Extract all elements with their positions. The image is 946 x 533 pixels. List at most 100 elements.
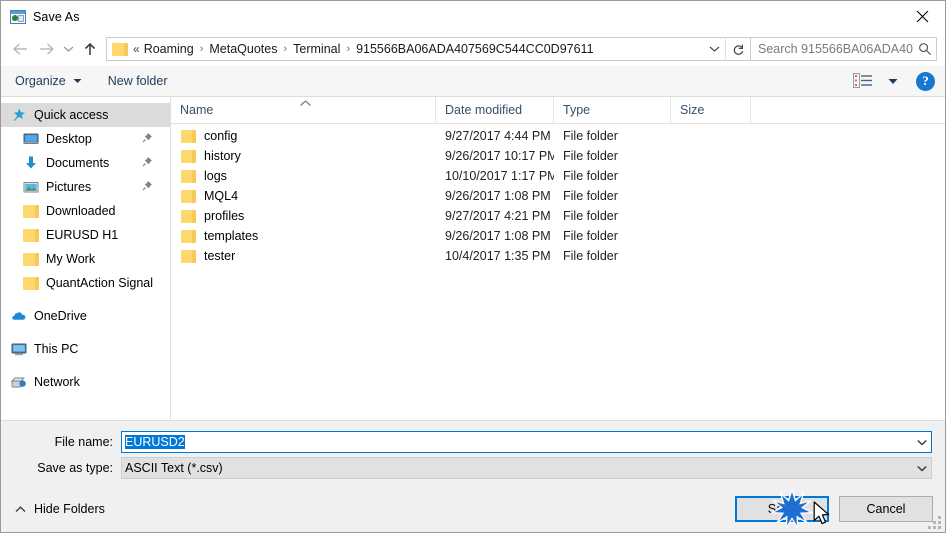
file-name-label: templates	[204, 229, 259, 243]
sidebar-item-label: My Work	[46, 252, 96, 266]
save-button[interactable]: Save	[735, 496, 829, 522]
close-icon[interactable]	[899, 1, 945, 32]
file-name-label: profiles	[204, 209, 245, 223]
star-pin-icon	[11, 107, 27, 123]
filename-input[interactable]: EURUSD2	[121, 431, 932, 453]
sidebar-item-desktop[interactable]: Desktop	[1, 127, 170, 151]
file-type-cell: File folder	[563, 149, 618, 163]
onedrive-icon	[11, 308, 27, 324]
folder-icon	[181, 229, 196, 243]
filename-row: File name: EURUSD2	[1, 431, 945, 453]
column-header-size[interactable]: Size	[671, 97, 751, 123]
pin-icon[interactable]	[142, 156, 153, 170]
filename-chevron-down-icon[interactable]	[913, 439, 931, 446]
save-as-app-icon	[10, 9, 26, 25]
search-input[interactable]: Search 915566BA06ADA40756...	[751, 42, 914, 56]
organize-button[interactable]: Organize	[15, 74, 82, 88]
breadcrumb: « Roaming › MetaQuotes › Terminal › 9155…	[133, 42, 703, 56]
sidebar-item-label: OneDrive	[34, 309, 87, 323]
breadcrumb-overflow[interactable]: «	[133, 42, 143, 56]
resize-grip-icon[interactable]	[928, 516, 941, 529]
file-date-cell: 9/26/2017 1:08 PM	[445, 189, 551, 203]
folder-icon	[23, 277, 39, 290]
table-row[interactable]: tester 10/4/2017 1:35 PM File folder	[171, 246, 945, 266]
pin-icon[interactable]	[142, 180, 153, 194]
filetype-select[interactable]: ASCII Text (*.csv)	[121, 457, 932, 479]
sidebar-divider	[1, 328, 170, 337]
sidebar-item-quick-access[interactable]: Quick access	[1, 103, 170, 127]
file-name-cell: logs	[171, 169, 436, 183]
sidebar-item-quantaction-signal[interactable]: QuantAction Signal	[1, 271, 170, 295]
cancel-button[interactable]: Cancel	[839, 496, 933, 522]
folder-icon	[181, 249, 196, 263]
hide-folders-button[interactable]: Hide Folders	[15, 502, 105, 516]
sidebar-item-network[interactable]: Network	[1, 370, 170, 394]
up-arrow-icon[interactable]	[77, 36, 103, 62]
recent-locations-chevron-down-icon[interactable]	[59, 36, 77, 62]
breadcrumb-item-terminal-id[interactable]: 915566BA06ADA407569C544CC0D97611	[355, 42, 594, 56]
column-header-name[interactable]: Name	[171, 97, 436, 123]
title-bar: Save As	[1, 1, 945, 32]
documents-icon	[23, 155, 39, 171]
table-row[interactable]: MQL4 9/26/2017 1:08 PM File folder	[171, 186, 945, 206]
file-list-pane: Name Date modified Type Size config 9/27…	[171, 97, 945, 420]
filename-label: File name:	[54, 435, 113, 449]
desktop-icon	[23, 131, 39, 147]
file-name-label: history	[204, 149, 241, 163]
help-icon[interactable]: ?	[916, 71, 935, 91]
sidebar-item-onedrive[interactable]: OneDrive	[1, 304, 170, 328]
forward-arrow-icon[interactable]	[33, 36, 59, 62]
back-arrow-icon[interactable]	[7, 36, 33, 62]
table-row[interactable]: logs 10/10/2017 1:17 PM File folder	[171, 166, 945, 186]
filetype-chevron-down-icon[interactable]	[913, 465, 931, 472]
dialog-footer: Hide Folders Save Cancel	[1, 486, 945, 532]
pictures-icon	[23, 179, 39, 195]
sidebar-item-downloaded[interactable]: Downloaded	[1, 199, 170, 223]
file-name-label: config	[204, 129, 238, 143]
table-row[interactable]: config 9/27/2017 4:44 PM File folder	[171, 126, 945, 146]
sidebar-item-label: EURUSD H1	[46, 228, 119, 242]
column-header-row: Name Date modified Type Size	[171, 97, 945, 124]
folder-icon	[23, 253, 39, 266]
search-box[interactable]: Search 915566BA06ADA40756...	[751, 37, 937, 61]
file-type-cell: File folder	[563, 189, 618, 203]
address-bar[interactable]: « Roaming › MetaQuotes › Terminal › 9155…	[106, 37, 751, 61]
help-label: ?	[922, 73, 929, 88]
pin-icon[interactable]	[142, 132, 153, 146]
view-layout-icon[interactable]	[853, 73, 873, 89]
sidebar-divider	[1, 361, 170, 370]
column-header-type[interactable]: Type	[554, 97, 671, 123]
sidebar-item-pictures[interactable]: Pictures	[1, 175, 170, 199]
file-date-cell: 9/26/2017 10:17 PM	[445, 149, 554, 163]
breadcrumb-item-terminal[interactable]: Terminal	[292, 42, 341, 56]
column-header-label: Name	[180, 103, 214, 117]
column-header-date-modified[interactable]: Date modified	[436, 97, 554, 123]
sidebar-divider	[1, 295, 170, 304]
folder-icon	[112, 42, 128, 56]
view-caret-down-icon[interactable]	[888, 78, 898, 85]
sidebar-item-documents[interactable]: Documents	[1, 151, 170, 175]
dialog-body: Quick access Desktop Documents Pictures …	[1, 97, 945, 420]
column-header-label: Date modified	[445, 103, 523, 117]
organize-label: Organize	[15, 74, 66, 88]
caret-down-icon	[73, 78, 82, 84]
address-chevron-down-icon[interactable]	[703, 38, 725, 60]
table-row[interactable]: history 9/26/2017 10:17 PM File folder	[171, 146, 945, 166]
breadcrumb-item-metaquotes[interactable]: MetaQuotes	[208, 42, 278, 56]
file-name-label: logs	[204, 169, 227, 183]
refresh-icon[interactable]	[725, 37, 750, 61]
table-row[interactable]: profiles 9/27/2017 4:21 PM File folder	[171, 206, 945, 226]
new-folder-button[interactable]: New folder	[108, 74, 168, 88]
breadcrumb-item-roaming[interactable]: Roaming	[143, 42, 195, 56]
filetype-row: Save as type: ASCII Text (*.csv)	[1, 457, 945, 479]
file-type-cell: File folder	[563, 229, 618, 243]
save-button-label: Save	[767, 502, 797, 516]
filetype-value: ASCII Text (*.csv)	[125, 461, 223, 475]
table-row[interactable]: templates 9/26/2017 1:08 PM File folder	[171, 226, 945, 246]
file-type-cell: File folder	[563, 249, 618, 263]
search-icon[interactable]	[914, 38, 936, 60]
sidebar-item-this-pc[interactable]: This PC	[1, 337, 170, 361]
sidebar-item-eurusd-h1[interactable]: EURUSD H1	[1, 223, 170, 247]
folder-icon	[23, 229, 39, 242]
sidebar-item-my-work[interactable]: My Work	[1, 247, 170, 271]
